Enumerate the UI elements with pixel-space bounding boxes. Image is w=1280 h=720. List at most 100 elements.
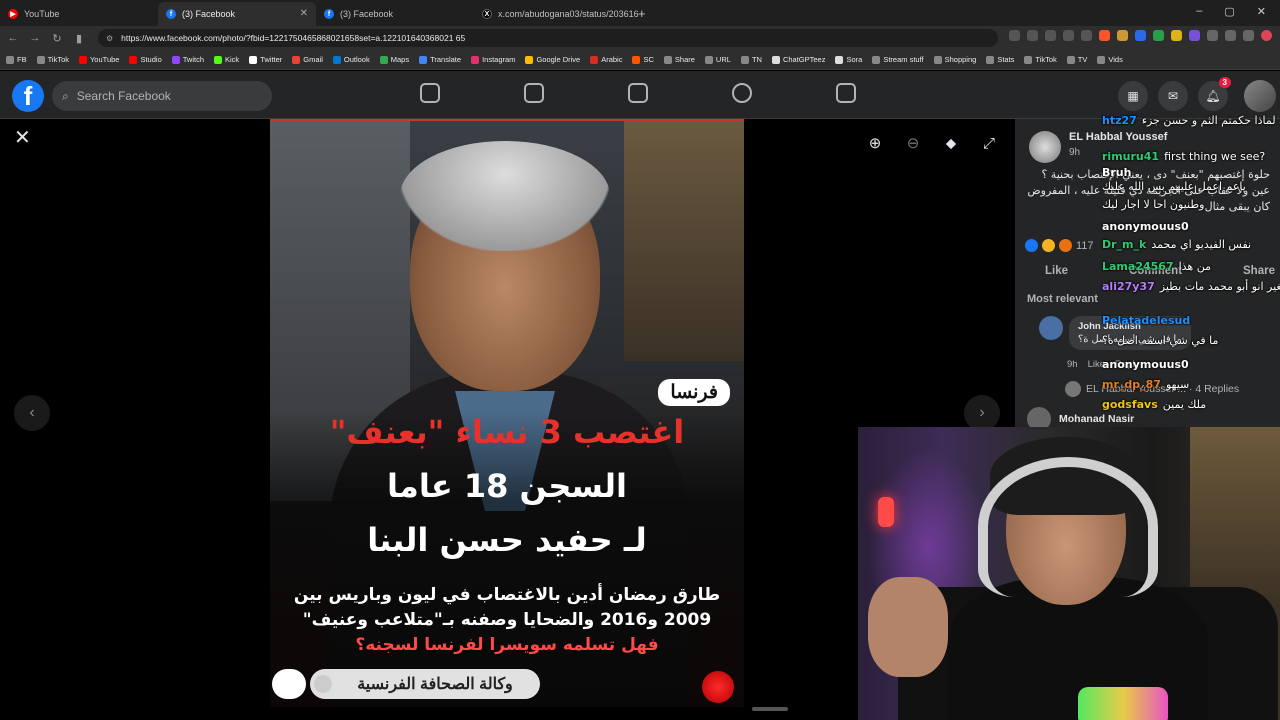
home-icon[interactable] (420, 83, 440, 103)
avatar[interactable] (1027, 407, 1051, 429)
chat-message: htz27 قصي لماذا حكمتم الثم و حسن جزء (1102, 114, 1280, 127)
chat-username[interactable]: godsfavs (1102, 398, 1158, 411)
bookmark-item[interactable]: ChatGPTeez (771, 55, 825, 64)
video-icon[interactable] (524, 83, 544, 103)
extension-icon[interactable] (1153, 30, 1164, 41)
bookmark-item[interactable]: Translate (419, 55, 461, 64)
bookmark-item[interactable]: Twitch (171, 55, 204, 64)
chat-username[interactable]: mr_dp_87 (1102, 378, 1161, 391)
media-icon[interactable] (1243, 30, 1254, 41)
url-field[interactable]: ⚙ https://www.facebook.com/photo/?fbid=1… (98, 29, 998, 47)
bookmark-item[interactable]: Google Drive (525, 55, 580, 64)
bookmark-item[interactable]: Sora (835, 55, 862, 64)
bookmark-item[interactable]: SC (632, 55, 654, 64)
extension-icon[interactable] (1189, 30, 1200, 41)
bookmark-item[interactable]: Kick (214, 55, 239, 64)
close-window-button[interactable]: ✕ (1257, 5, 1266, 18)
bookmark-item[interactable]: Vids (1097, 55, 1123, 64)
bookmark-icon (986, 55, 995, 64)
tab-facebook[interactable]: f (3) Facebook (316, 2, 474, 26)
fullscreen-icon[interactable]: ⤢ (979, 133, 999, 153)
comment-sort[interactable]: Most relevant (1027, 293, 1098, 305)
sidebar-icon[interactable] (1225, 30, 1236, 41)
close-tab-icon[interactable]: ✕ (300, 8, 308, 19)
bookmark-item[interactable]: Stats (986, 55, 1014, 64)
bookmark-item[interactable]: TikTok (1024, 55, 1057, 64)
facebook-logo[interactable]: f (12, 80, 44, 112)
previous-photo-button[interactable]: ‹ (14, 395, 50, 431)
next-photo-button[interactable]: › (964, 395, 1000, 431)
maximize-button[interactable]: ▢ (1224, 5, 1234, 18)
like-button[interactable]: Like (1045, 265, 1068, 277)
tag-icon[interactable]: ⬥ (941, 133, 961, 153)
avatar[interactable] (1039, 316, 1063, 340)
groups-icon[interactable] (732, 83, 752, 103)
extension-icon[interactable] (1171, 30, 1182, 41)
site-info-icon[interactable]: ⚙ (106, 34, 113, 43)
chat-username[interactable]: Lama24567 (1102, 260, 1174, 273)
close-viewer-icon[interactable]: ✕ (14, 125, 31, 150)
chat-username[interactable]: Dr_m_k (1102, 238, 1146, 251)
bookmark-item[interactable]: Twitter (249, 55, 282, 64)
search-input[interactable]: ⌕ Search Facebook (52, 81, 272, 111)
forward-icon[interactable]: → (26, 32, 44, 44)
bookmark-item[interactable]: Outlook (332, 55, 370, 64)
bookmark-item[interactable]: YouTube (78, 55, 119, 64)
chat-username[interactable]: anonymouus0 (1102, 220, 1189, 233)
chat-username[interactable]: htz27 (1102, 114, 1137, 127)
extension-icon[interactable] (1135, 30, 1146, 41)
brave-icon[interactable] (1099, 30, 1110, 41)
tab-x[interactable]: X x.com/abudogana03/status/203616 (474, 2, 639, 26)
gaming-icon[interactable] (836, 83, 856, 103)
bookmark-item[interactable]: Arabic (590, 55, 622, 64)
account-avatar[interactable] (1244, 80, 1276, 112)
tab-youtube[interactable]: ▶ YouTube (0, 2, 158, 26)
youtube-icon: ▶ (8, 9, 18, 19)
bookmark-item[interactable]: Shopping (933, 55, 976, 64)
bookmark-item[interactable]: URL (704, 55, 731, 64)
new-tab-button[interactable]: + (638, 6, 646, 21)
minimize-button[interactable]: – (1196, 5, 1202, 18)
bookmark-icon[interactable]: ▮ (70, 32, 88, 45)
chat-username[interactable]: Bruh (1102, 166, 1131, 179)
star-icon[interactable] (1081, 30, 1092, 41)
back-icon[interactable]: ← (4, 32, 22, 44)
zoom-out-icon[interactable]: ⊖ (903, 133, 923, 153)
chat-username[interactable]: ali27y37 (1102, 280, 1155, 293)
zoom-icon[interactable] (1045, 30, 1056, 41)
bookmark-item[interactable]: Gmail (292, 55, 323, 64)
bookmark-item[interactable]: Stream stuff (872, 55, 924, 64)
url-text: https://www.facebook.com/photo/?fbid=122… (121, 33, 466, 43)
bookmark-item[interactable]: Maps (379, 55, 409, 64)
puzzle-icon[interactable] (1207, 30, 1218, 41)
facebook-icon: f (166, 9, 176, 19)
reactions-summary[interactable]: 117 (1025, 239, 1094, 252)
translate-icon[interactable] (1009, 30, 1020, 41)
bookmark-item[interactable]: Studio (129, 55, 162, 64)
bookmark-item[interactable]: Share (663, 55, 695, 64)
share-icon[interactable] (1063, 30, 1074, 41)
zoom-in-icon[interactable]: ⊕ (865, 133, 885, 153)
menu-grid-icon[interactable]: ▦ (1118, 81, 1148, 111)
rewards-icon[interactable] (1117, 30, 1128, 41)
profile-icon[interactable] (1261, 30, 1272, 41)
chat-username[interactable]: Pelatadelesud (1102, 314, 1190, 327)
marketplace-icon[interactable] (628, 83, 648, 103)
horizontal-scrollbar[interactable] (0, 707, 858, 720)
bookmark-item[interactable]: Instagram (471, 55, 515, 64)
bookmark-item[interactable]: TV (1066, 55, 1087, 64)
notifications-icon[interactable]: 🔔︎ 3 (1198, 77, 1231, 111)
bookmark-item[interactable]: TN (740, 55, 762, 64)
bookmark-item[interactable]: FB (6, 55, 27, 64)
reload-icon[interactable]: ↻ (48, 32, 66, 45)
messenger-icon[interactable]: ✉ (1158, 81, 1188, 111)
bookmark-icon (525, 55, 534, 64)
bookmark-item[interactable]: TikTok (36, 55, 69, 64)
chat-username[interactable]: rimuru41 (1102, 150, 1159, 163)
chat-username[interactable]: anonymouus0 (1102, 358, 1189, 371)
tab-facebook-active[interactable]: f (3) Facebook ✕ (158, 2, 316, 26)
chat-message: Lama24567 من هذا (1102, 260, 1211, 273)
bookmark-icon (1097, 55, 1106, 64)
cast-icon[interactable] (1027, 30, 1038, 41)
avatar[interactable] (1029, 131, 1061, 163)
